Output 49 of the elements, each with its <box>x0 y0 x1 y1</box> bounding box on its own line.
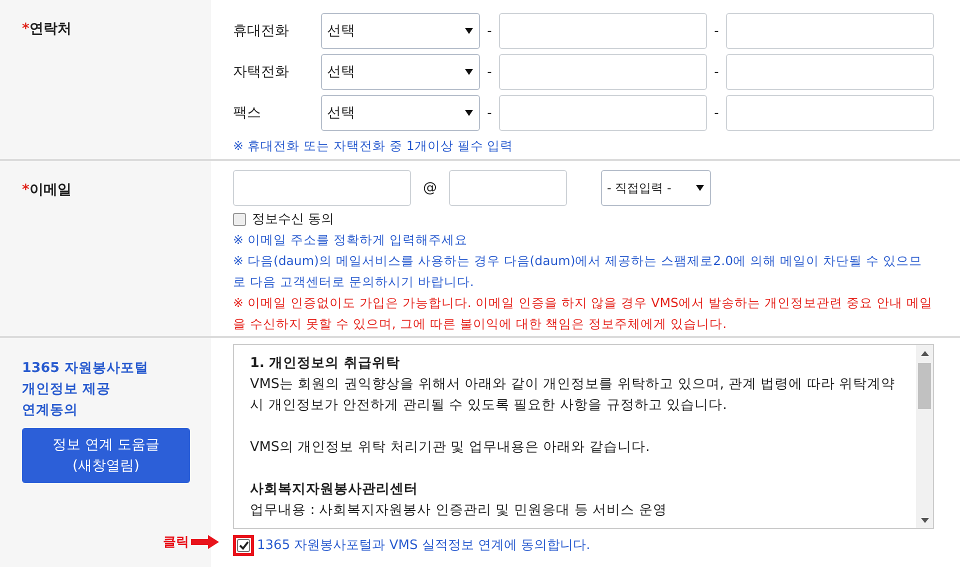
checkbox-label: 1365 자원봉사포털과 VMS 실적정보 연계에 동의합니다. <box>257 537 590 554</box>
caret-icon <box>696 185 704 191</box>
input-field[interactable] <box>726 54 934 90</box>
select-dropdown[interactable]: 선택 <box>321 54 480 90</box>
terms-text: 업무내용 : 사회복지자원봉사 인증관리 및 민원응대 등 서비스 운영 <box>250 501 668 520</box>
input-field[interactable] <box>726 95 934 131</box>
terms-text: VMS의 개인정보 위탁 처리기관 및 업무내용은 아래와 같습니다. <box>250 438 651 457</box>
input-field[interactable] <box>233 170 411 206</box>
checkbox[interactable] <box>237 538 250 552</box>
note-text: ※ 이메일 주소를 정확하게 입력해주세요 <box>233 231 468 249</box>
input-field[interactable] <box>726 13 934 49</box>
input-field[interactable] <box>449 170 567 206</box>
select-dropdown[interactable]: 선택 <box>321 13 480 49</box>
caret-icon <box>465 110 473 116</box>
dash-separator: - <box>713 64 720 80</box>
note-text: ※ 다음(daum)의 메일서비스를 사용하는 경우 다음(daum)에서 제공하는 스팸제로2.0에 의해 메일이 차단될 수 있으므로 다음 고객센터로 문의하시기 바랍니다. <box>233 252 923 291</box>
phone-type-label: 휴대전화 <box>233 22 290 40</box>
terms-text: VMS는 회원의 권익향상을 위해서 아래와 같이 개인정보를 위탁하고 있으며, 관계 법령에 따라 위탁계약시 개인정보가 안전하게 관리될 수 있도록 필요한 사항을 규정하고 있습니다. <box>250 375 896 415</box>
input-field[interactable] <box>499 54 707 90</box>
checkbox-label: 정보수신 동의 <box>252 211 334 228</box>
caret-icon <box>465 28 473 34</box>
dash-separator: - <box>713 106 720 120</box>
annotation-text: 클릭 <box>163 534 189 551</box>
field-label: *이메일 <box>22 181 72 199</box>
select-dropdown[interactable]: - 직접입력 - <box>601 170 711 206</box>
input-field[interactable] <box>499 95 707 131</box>
dash-separator: - <box>486 64 493 80</box>
dash-separator: - <box>713 24 720 38</box>
field-label: *연락처 <box>22 20 72 38</box>
scroll-down-icon <box>920 518 928 522</box>
dash-separator: - <box>486 106 493 120</box>
note-text: ※ 이메일 인증없이도 가입은 가능합니다. 이메일 인증을 하지 않을 경우 VMS에서 발송하는 개인정보관련 중요 안내 메일을 수신하지 못할 수 있으며, 그에 따른 불이익에 대한 책임은 정보주체에게 있습니다. <box>233 294 934 333</box>
terms-heading: 사회복지자원봉사관리센터 <box>250 480 419 499</box>
phone-type-label: 자택전화 <box>233 63 290 81</box>
at-sign: @ <box>422 180 438 196</box>
note-text: ※ 휴대전화 또는 자택전화 중 1개이상 필수 입력 <box>233 137 514 155</box>
checkbox[interactable] <box>233 212 246 226</box>
arrow-icon <box>191 535 219 549</box>
terms-heading: 1. 개인정보의 취급위탁 <box>250 354 401 373</box>
help-button[interactable]: 정보 연계 도움글 (새창열림) <box>22 428 190 483</box>
section-label: 1365 자원봉사포털 개인정보 제공 연계동의 <box>22 359 150 420</box>
scrollbar[interactable] <box>916 345 933 528</box>
phone-type-label: 팩스 <box>233 104 262 122</box>
scroll-thumb[interactable] <box>918 363 931 409</box>
dash-separator: - <box>486 24 493 38</box>
caret-icon <box>465 69 473 75</box>
scroll-up-icon <box>920 350 928 356</box>
input-field[interactable] <box>499 13 707 49</box>
select-dropdown[interactable]: 선택 <box>321 95 480 131</box>
